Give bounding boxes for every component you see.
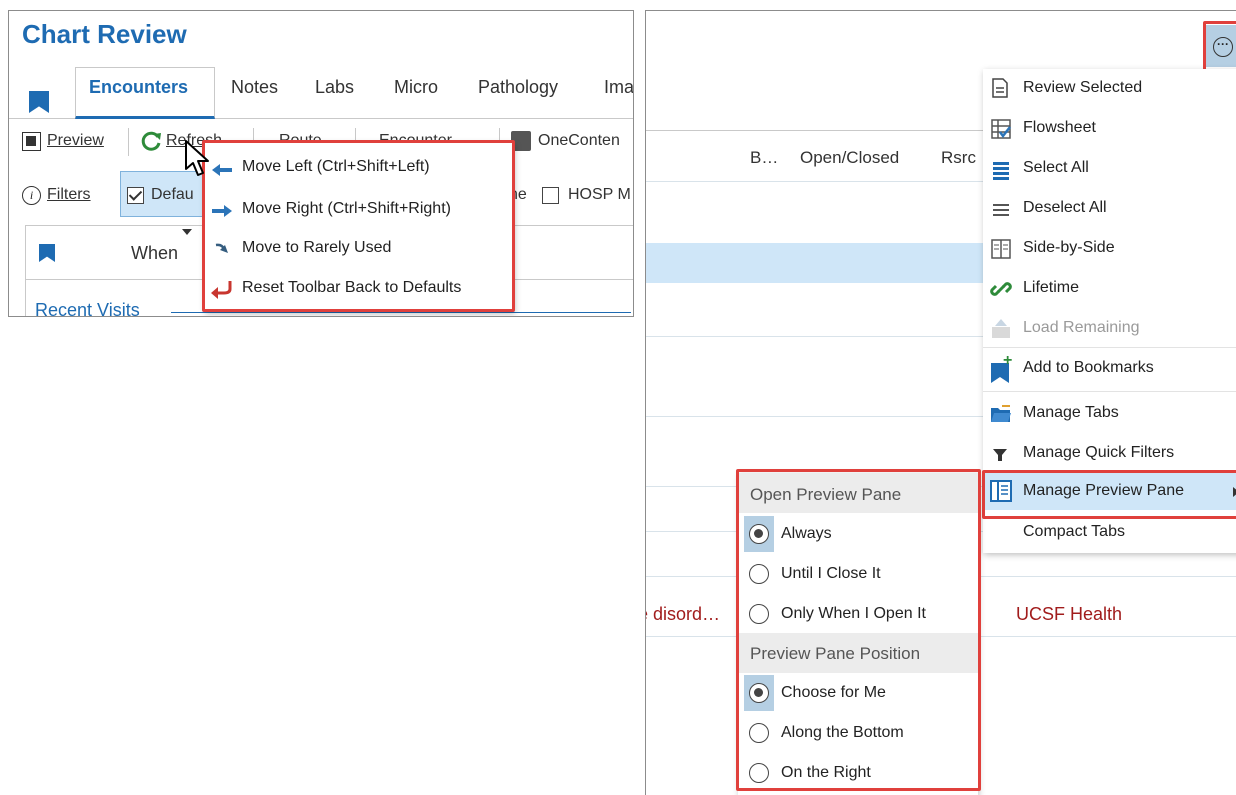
deselect-all-icon bbox=[991, 202, 1011, 222]
highlight-box bbox=[1203, 21, 1236, 73]
recent-visits-group: Recent Visits bbox=[35, 300, 140, 317]
column-header-rsrc[interactable]: Rsrc bbox=[941, 148, 976, 168]
tab-encounters[interactable]: Encounters bbox=[89, 77, 188, 98]
tab-bar: Encounters Notes Labs Micro Pathology Im… bbox=[9, 67, 633, 119]
column-header-open-closed[interactable]: Open/Closed bbox=[800, 148, 899, 168]
sort-desc-icon bbox=[182, 229, 192, 235]
hosp-filter-checkbox[interactable] bbox=[542, 187, 559, 204]
preview-icon bbox=[22, 132, 41, 151]
highlight-box bbox=[202, 140, 515, 312]
menu-separator bbox=[983, 347, 1236, 348]
column-header-b[interactable]: B… bbox=[750, 148, 778, 168]
add-to-bookmarks-item[interactable]: Add to Bookmarks bbox=[1023, 359, 1154, 377]
toolbar-separator bbox=[128, 128, 129, 156]
select-all-icon bbox=[991, 161, 1011, 181]
refresh-icon bbox=[141, 131, 161, 151]
menu-separator bbox=[983, 391, 1236, 392]
compact-tabs-item[interactable]: Compact Tabs bbox=[1023, 523, 1125, 541]
default-filter-label: Defau bbox=[151, 186, 194, 203]
manage-tabs-item[interactable]: Manage Tabs bbox=[1023, 404, 1119, 422]
onecontent-button[interactable]: OneConten bbox=[538, 132, 620, 150]
load-remaining-icon bbox=[992, 319, 1010, 338]
highlight-box bbox=[736, 469, 981, 791]
side-by-side-icon bbox=[991, 239, 1011, 259]
recent-visits-line bbox=[171, 312, 631, 313]
tab-imaging[interactable]: Ima bbox=[604, 77, 633, 98]
highlight-box bbox=[982, 470, 1236, 519]
info-icon: i bbox=[22, 186, 41, 205]
plus-icon: + bbox=[1003, 352, 1013, 369]
default-filter-checkbox[interactable] bbox=[127, 187, 144, 204]
page-title: Chart Review bbox=[22, 19, 187, 49]
side-by-side-item[interactable]: Side-by-Side bbox=[1023, 239, 1115, 257]
bookmark-icon[interactable] bbox=[29, 91, 49, 113]
folder-icon bbox=[991, 405, 1011, 422]
preview-button[interactable]: Preview bbox=[47, 132, 104, 150]
funnel-icon bbox=[993, 449, 1007, 461]
organization-cell: UCSF Health bbox=[1016, 604, 1123, 624]
filters-button[interactable]: Filters bbox=[47, 186, 91, 204]
lifetime-item[interactable]: Lifetime bbox=[1023, 279, 1079, 297]
tab-labs[interactable]: Labs bbox=[315, 77, 354, 98]
when-column-header[interactable]: When bbox=[131, 243, 178, 264]
chart-review-window: Chart Review Encounters Notes Labs Micro… bbox=[8, 10, 634, 317]
mouse-cursor-icon bbox=[185, 140, 209, 176]
tab-notes[interactable]: Notes bbox=[231, 77, 278, 98]
flowsheet-icon bbox=[991, 119, 1011, 139]
select-all-item[interactable]: Select All bbox=[1023, 159, 1089, 177]
diagnosis-cell: e disord… bbox=[645, 604, 721, 624]
tab-pathology[interactable]: Pathology bbox=[478, 77, 558, 98]
review-selected-item[interactable]: Review Selected bbox=[1023, 79, 1142, 97]
deselect-all-item[interactable]: Deselect All bbox=[1023, 199, 1107, 217]
tab-micro[interactable]: Micro bbox=[394, 77, 438, 98]
grid-window: B… Open/Closed Rsrc e disord… UCSF Healt… bbox=[645, 10, 1236, 795]
flowsheet-item[interactable]: Flowsheet bbox=[1023, 119, 1096, 137]
hosp-filter-label: HOSP M bbox=[568, 186, 631, 203]
load-remaining-item: Load Remaining bbox=[1023, 319, 1140, 336]
manage-quick-filters-item[interactable]: Manage Quick Filters bbox=[1023, 444, 1174, 462]
link-icon bbox=[990, 282, 1012, 296]
document-icon bbox=[992, 78, 1008, 98]
